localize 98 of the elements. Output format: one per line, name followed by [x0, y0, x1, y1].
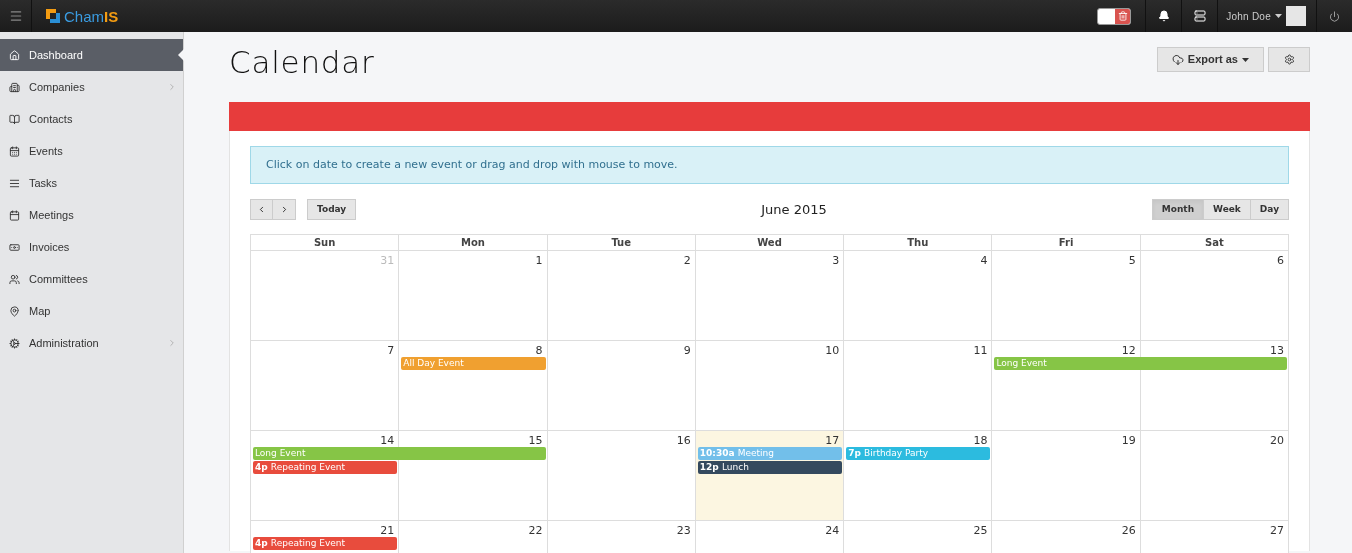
- day-cell[interactable]: 25: [844, 521, 993, 553]
- view-button[interactable]: Day: [1250, 199, 1289, 220]
- day-number: 27: [1270, 523, 1284, 539]
- view-button[interactable]: Week: [1204, 199, 1251, 220]
- caret-icon: [1275, 14, 1282, 18]
- day-number: 25: [973, 523, 988, 539]
- day-number: 26: [1121, 523, 1136, 539]
- day-number: 21: [380, 523, 395, 539]
- today-button[interactable]: Today: [307, 199, 357, 220]
- day-number: 10: [825, 343, 840, 359]
- gear-icon: [1283, 54, 1295, 65]
- power-icon[interactable]: [1329, 10, 1340, 22]
- sidebar-item[interactable]: Events: [0, 135, 183, 167]
- day-cell[interactable]: 11: [844, 341, 993, 431]
- day-number: 15: [528, 433, 543, 449]
- sidebar-item[interactable]: Administration: [0, 327, 183, 359]
- day-number: 7: [387, 343, 395, 359]
- chevron-left-icon: [257, 205, 266, 214]
- day-number: 8: [535, 343, 543, 359]
- sidebar-item[interactable]: Contacts: [0, 103, 183, 135]
- month-title: June 2015: [761, 200, 827, 219]
- trash-toggle-switch[interactable]: [1097, 7, 1132, 25]
- calendar-event[interactable]: 4p Repeating Event: [253, 461, 398, 474]
- day-cell[interactable]: 26: [992, 521, 1141, 553]
- menu-item-icon: [9, 337, 20, 349]
- day-number: 3: [832, 253, 840, 269]
- caret-icon: [1242, 57, 1249, 62]
- cloud-icon: [1171, 53, 1184, 66]
- chevron-icon: [167, 338, 177, 348]
- logo-text: ChamIS: [64, 8, 119, 24]
- selection-pointer: [178, 49, 184, 61]
- day-cell[interactable]: 10: [695, 341, 845, 431]
- day-cell[interactable]: 24: [695, 521, 845, 553]
- day-number: 6: [1277, 253, 1284, 269]
- list-icon[interactable]: [1193, 10, 1206, 22]
- day-number: 22: [528, 523, 543, 539]
- sidebar-item[interactable]: Tasks: [0, 167, 183, 199]
- logo[interactable]: ChamIS: [44, 7, 119, 25]
- menu-item-icon: [9, 305, 20, 317]
- sidebar-item[interactable]: Map: [0, 295, 183, 327]
- menu-item-icon: [9, 145, 20, 157]
- day-cell[interactable]: 5: [992, 251, 1141, 341]
- menu-item-icon: [9, 273, 20, 285]
- day-number: 2: [683, 253, 691, 269]
- settings-button[interactable]: [1268, 47, 1310, 72]
- day-number: 23: [676, 523, 691, 539]
- trash-icon: [1117, 11, 1128, 21]
- day-number: 12: [1121, 343, 1136, 359]
- day-number: 4: [980, 253, 988, 269]
- view-button[interactable]: Month: [1151, 199, 1205, 220]
- day-number: 14: [380, 433, 395, 449]
- day-number: 20: [1270, 433, 1284, 449]
- day-number: 9: [683, 343, 691, 359]
- bell-icon[interactable]: [1157, 10, 1170, 22]
- day-cell[interactable]: 4: [844, 251, 993, 341]
- day-number: 24: [825, 523, 840, 539]
- day-cell[interactable]: 3: [695, 251, 845, 341]
- day-cell[interactable]: 6: [1140, 251, 1289, 341]
- day-number: 13: [1270, 343, 1284, 359]
- calendar-event[interactable]: 12p Lunch: [697, 461, 843, 474]
- day-number: 18: [973, 433, 988, 449]
- menu-item-icon: [9, 241, 20, 253]
- sidebar-item[interactable]: Committees: [0, 263, 183, 295]
- menu-item-icon: [9, 177, 20, 189]
- menu-item-icon: [9, 209, 20, 221]
- menu-item-icon: [9, 81, 20, 93]
- day-number: 11: [973, 343, 988, 359]
- menu-item-icon: [9, 49, 20, 61]
- day-cell[interactable]: 27: [1140, 521, 1289, 553]
- day-cell[interactable]: 9: [547, 341, 696, 431]
- sidebar-item[interactable]: Invoices: [0, 231, 183, 263]
- sidebar-item[interactable]: Dashboard: [0, 39, 183, 71]
- day-cell[interactable]: 23: [547, 521, 696, 553]
- calendar-event[interactable]: 4p Repeating Event: [253, 537, 398, 550]
- day-number: 31: [380, 253, 395, 269]
- page-title: Calendar: [229, 46, 375, 78]
- menu-icon[interactable]: [8, 9, 23, 23]
- export-button[interactable]: Export as: [1156, 47, 1264, 72]
- day-cell[interactable]: 16: [547, 431, 696, 521]
- sidebar-item[interactable]: Companies: [0, 71, 183, 103]
- day-cell[interactable]: 20: [1140, 431, 1289, 521]
- logo-mark-icon: [44, 7, 62, 25]
- day-number: 19: [1121, 433, 1136, 449]
- user-name-menu[interactable]: John Doe: [1226, 8, 1271, 24]
- day-number: 17: [825, 433, 840, 449]
- menu-item-icon: [9, 113, 20, 125]
- day-cell[interactable]: 1: [399, 251, 548, 341]
- day-number: 5: [1128, 253, 1136, 269]
- day-number: 1: [535, 253, 543, 269]
- chevron-icon: [167, 82, 177, 92]
- sidebar-item[interactable]: Meetings: [0, 199, 183, 231]
- day-cell[interactable]: 2: [547, 251, 696, 341]
- day-cell[interactable]: 22: [399, 521, 548, 553]
- avatar-placeholder: [1286, 6, 1306, 26]
- day-cell[interactable]: 19: [992, 431, 1141, 521]
- day-number: 16: [676, 433, 691, 449]
- day-cell[interactable]: 7: [251, 341, 400, 431]
- info-alert: Click on date to create a new event or drag and drop with mouse to move.: [250, 146, 1289, 184]
